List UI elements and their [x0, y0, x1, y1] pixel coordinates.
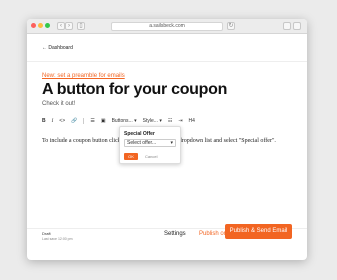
buttons-dropdown-label: Buttons... — [111, 118, 133, 124]
editor-toolbar: B I <> 🔗 ☰ ▣ Buttons... ▾ Style... ▾ ☷ ⇥… — [42, 116, 201, 126]
heading-button[interactable]: H4 — [189, 118, 195, 124]
publish-send-button[interactable]: Publish & Send Email — [225, 224, 292, 239]
sidebar-toggle-icon[interactable]: ▯ — [77, 22, 85, 30]
share-icon[interactable] — [283, 22, 291, 30]
bold-button[interactable]: B — [42, 118, 46, 124]
special-offer-popup: Special Offer Select offer... ▾ OK Cance… — [119, 126, 181, 164]
style-dropdown-label: Style... — [142, 118, 158, 124]
back-nav-icon[interactable]: ‹ — [57, 22, 65, 30]
minimize-window-icon[interactable] — [38, 23, 43, 28]
post-title[interactable]: A button for your coupon — [42, 81, 227, 99]
last-save-text: Last save 12:00 pm — [42, 237, 73, 241]
code-button[interactable]: <> — [59, 118, 65, 124]
popup-title: Special Offer — [124, 131, 155, 137]
reload-icon[interactable]: ↻ — [227, 22, 235, 30]
forward-nav-icon[interactable]: › — [65, 22, 73, 30]
offer-select[interactable]: Select offer... ▾ — [124, 139, 176, 147]
numbered-list-icon[interactable]: ☷ — [168, 118, 172, 124]
maximize-window-icon[interactable] — [45, 23, 50, 28]
image-icon[interactable]: ▣ — [101, 118, 106, 124]
chevron-down-icon: ▾ — [134, 118, 137, 124]
post-subtitle[interactable]: Check it out! — [42, 101, 75, 107]
chevron-down-icon: ▾ — [159, 118, 162, 124]
indent-icon[interactable]: ⇥ — [178, 118, 182, 124]
buttons-dropdown[interactable]: Buttons... ▾ — [112, 118, 137, 124]
offer-select-value: Select offer... — [127, 140, 157, 146]
popup-ok-button[interactable]: OK — [124, 153, 138, 160]
preamble-link[interactable]: New: set a preamble for emails — [42, 73, 125, 79]
browser-titlebar: ‹ › ▯ a.sailsbeck.com ↻ — [27, 19, 307, 34]
back-to-dashboard-link[interactable]: ← Dashboard — [42, 45, 73, 51]
chevron-down-icon: ▾ — [170, 140, 173, 146]
style-dropdown[interactable]: Style... ▾ — [143, 118, 162, 124]
header-divider — [27, 61, 307, 62]
link-icon[interactable]: 🔗 — [71, 118, 77, 124]
settings-button[interactable]: Settings — [164, 231, 186, 237]
list-icon[interactable]: ☰ — [90, 118, 94, 124]
status-label: Draft — [42, 231, 51, 236]
close-window-icon[interactable] — [31, 23, 36, 28]
url-text: a.sailsbeck.com — [149, 23, 185, 29]
tabs-icon[interactable] — [293, 22, 301, 30]
popup-cancel-button[interactable]: Cancel — [145, 154, 157, 159]
address-bar[interactable]: a.sailsbeck.com — [111, 22, 223, 31]
back-arrow-icon: ← — [42, 45, 47, 51]
toolbar-divider — [83, 118, 85, 124]
back-label: Dashboard — [48, 45, 73, 51]
italic-button[interactable]: I — [52, 119, 54, 124]
